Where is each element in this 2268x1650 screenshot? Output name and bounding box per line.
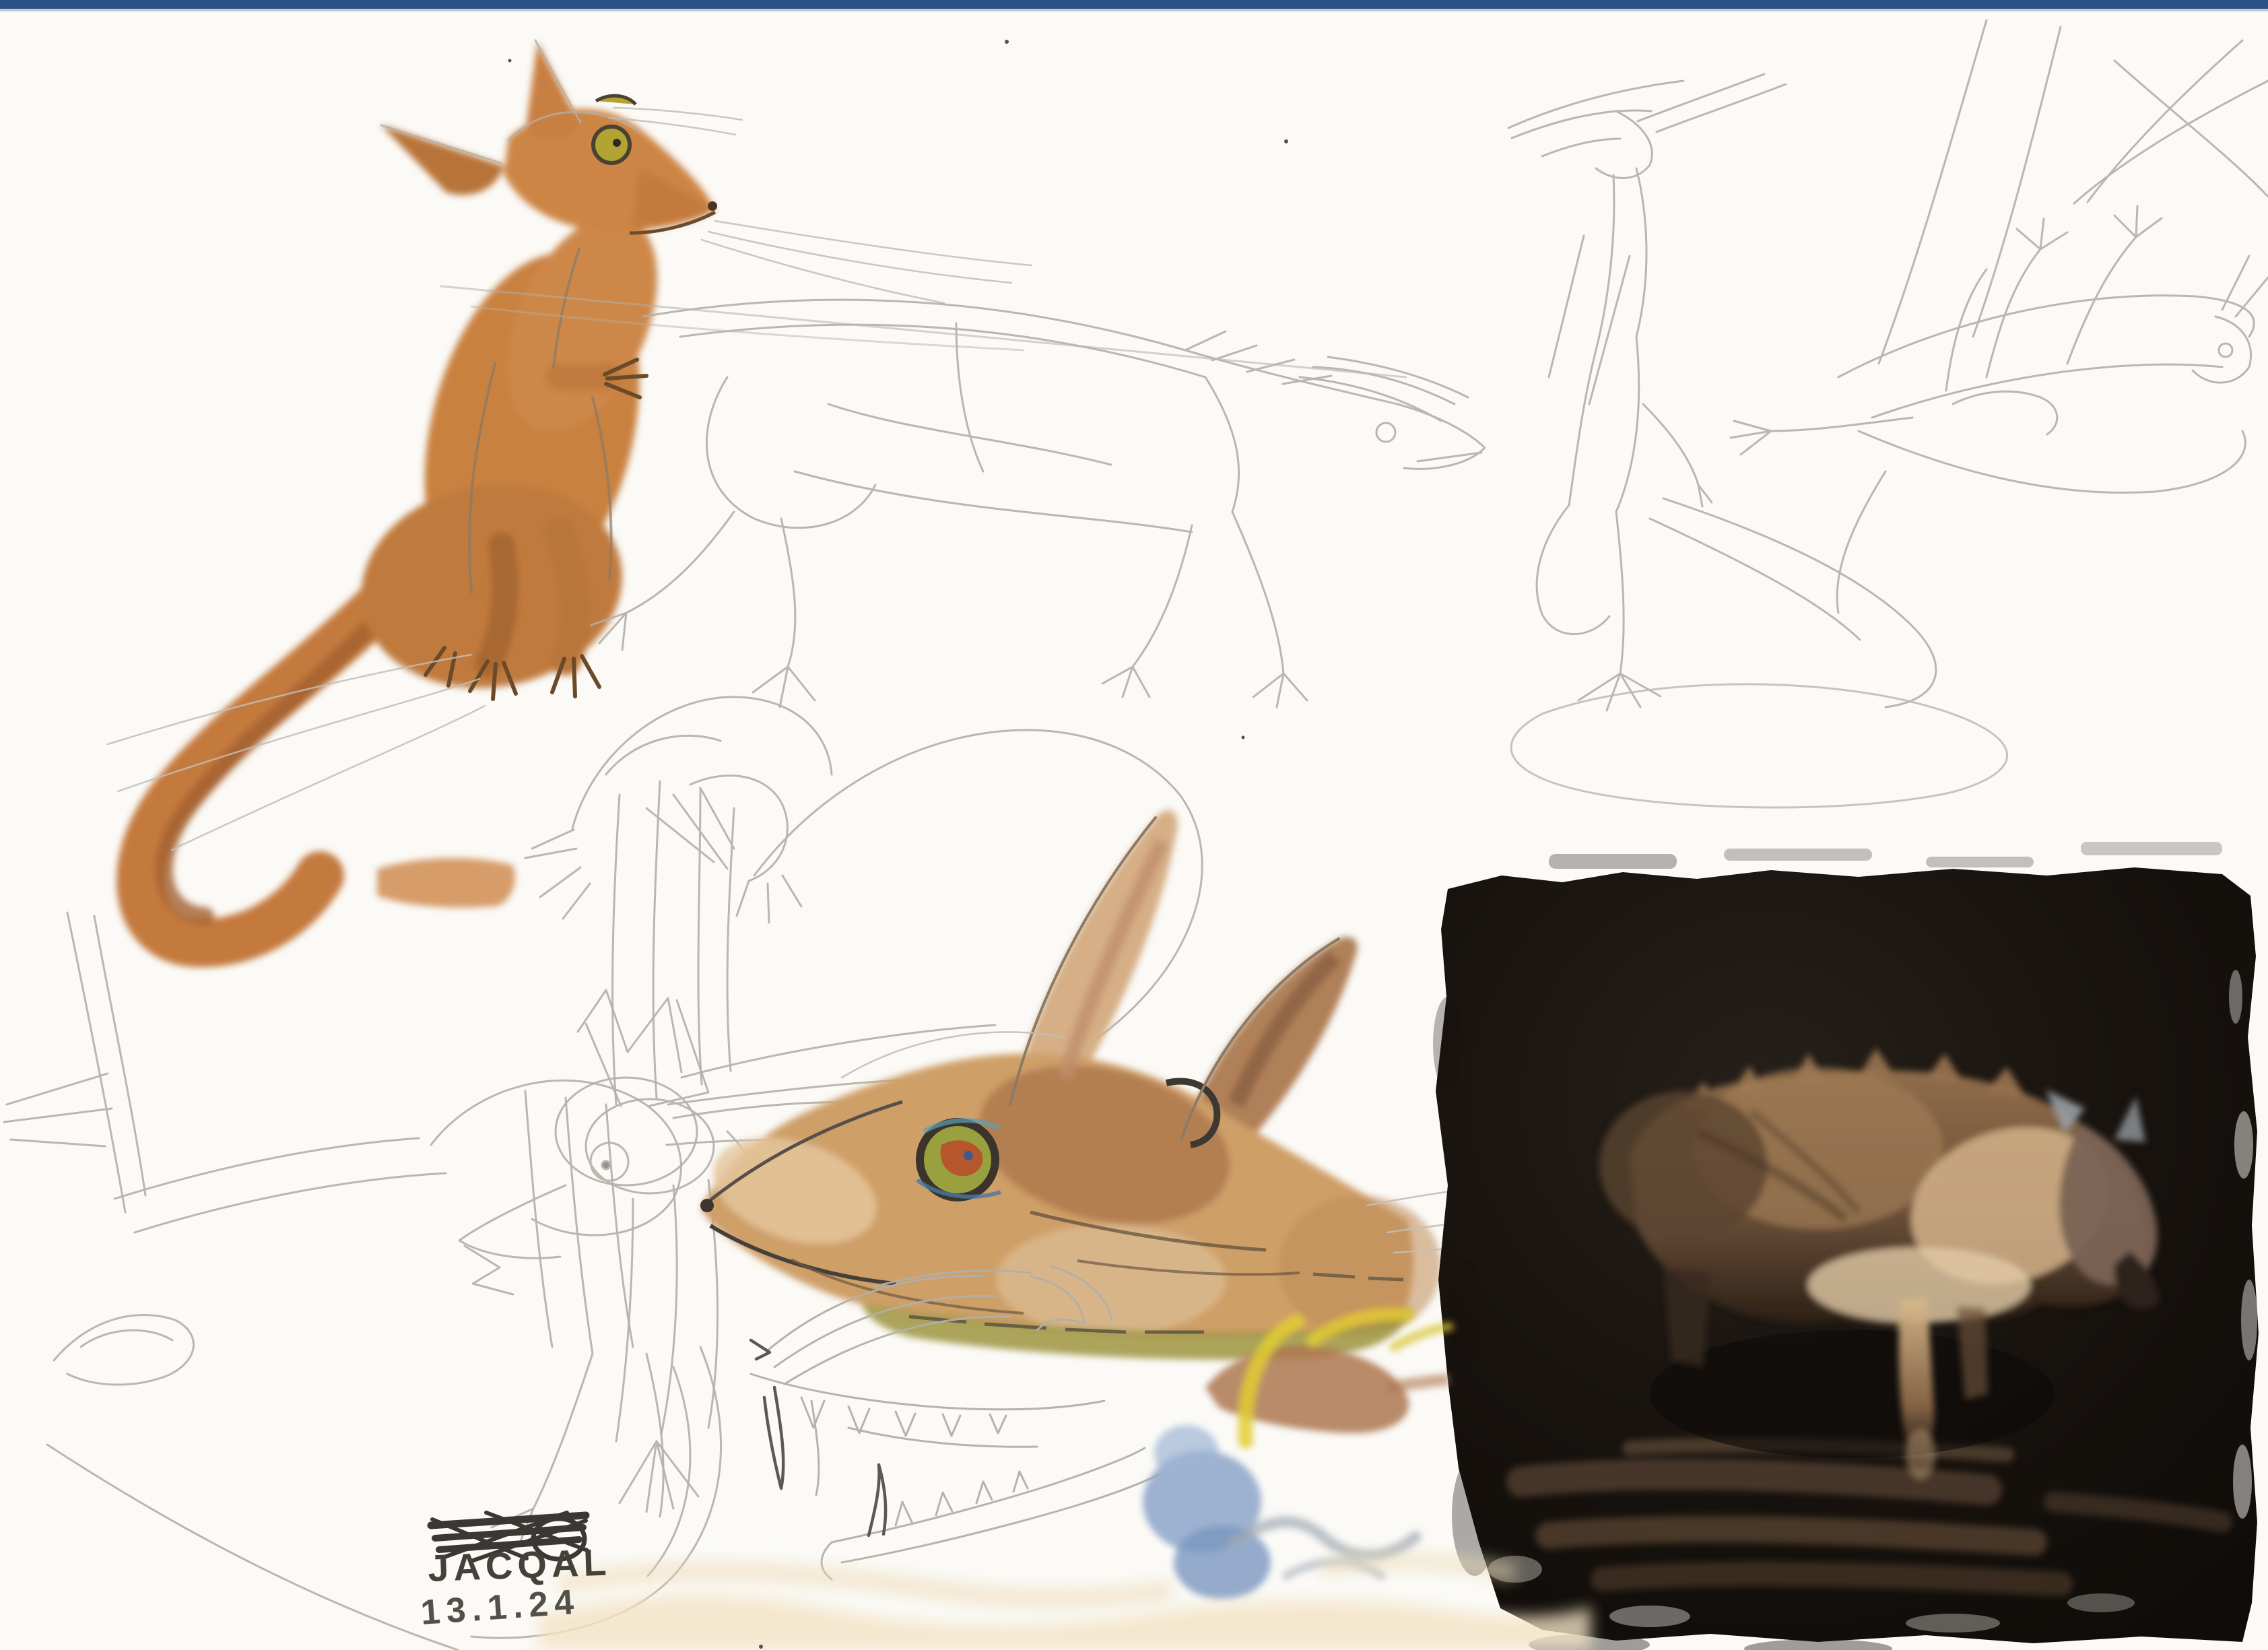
sketchbook-page: JACQAL 13.1.24 [0,0,2268,1650]
scanner-edge-strip-shadow [0,9,2268,11]
dark-hyena-painting [1433,842,2259,1650]
scanner-edge-strip [0,0,2268,9]
signature-text: JACQAL [427,1541,611,1589]
